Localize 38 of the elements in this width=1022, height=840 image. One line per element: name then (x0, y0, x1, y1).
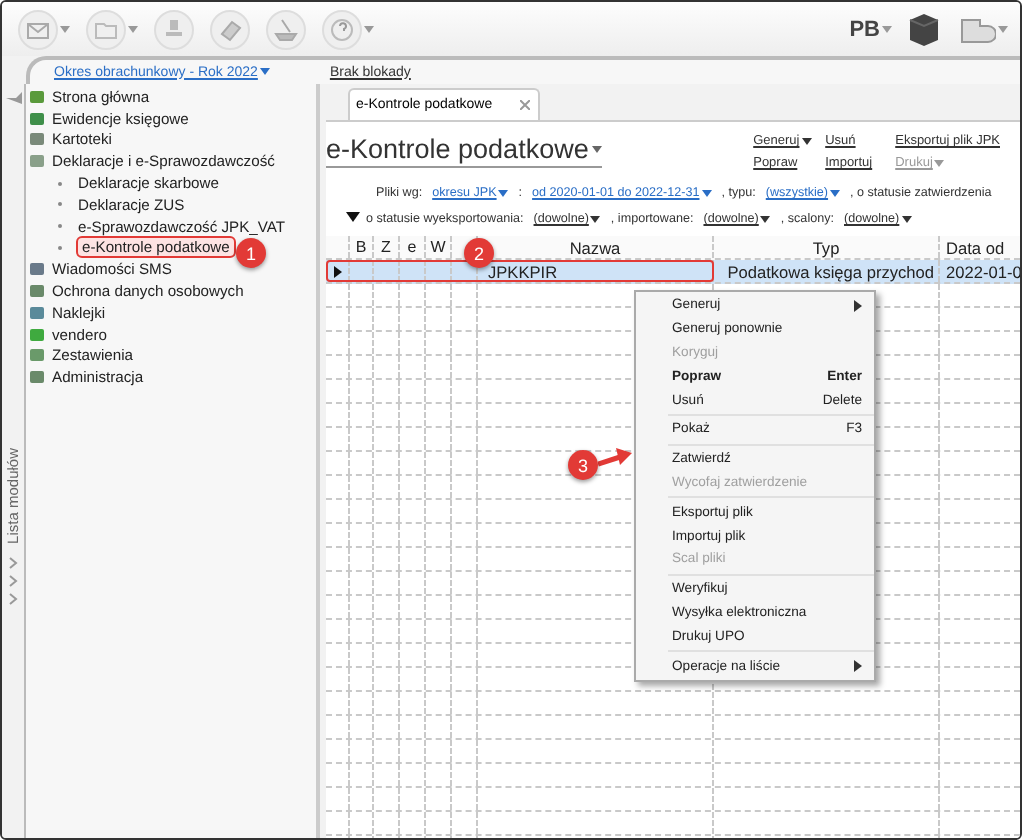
caret-icon (934, 159, 945, 167)
caret-icon (592, 145, 603, 153)
caret-icon (498, 189, 509, 197)
column-header[interactable]: Data od (940, 237, 1005, 257)
pin-icon[interactable] (5, 92, 21, 104)
caret-icon (901, 215, 912, 223)
caret-icon (701, 189, 712, 197)
stamp-icon[interactable] (154, 9, 194, 49)
user-initials[interactable]: PB (849, 17, 880, 41)
column-header[interactable]: W (430, 238, 446, 256)
caret-icon (801, 137, 812, 145)
column-header[interactable]: B (355, 238, 367, 256)
submenu-arrow-icon (854, 660, 862, 673)
caret-icon (998, 25, 1008, 33)
caret-icon (60, 25, 70, 33)
row-pointer-icon (333, 265, 341, 277)
pointer-arrow (598, 448, 632, 468)
caret-icon (830, 189, 841, 197)
envelope-icon[interactable] (18, 9, 58, 49)
close-icon[interactable] (520, 100, 531, 110)
cube-icon[interactable] (908, 11, 940, 47)
caret-icon (882, 25, 892, 33)
column-header[interactable]: Nazwa (569, 237, 621, 257)
column-header[interactable]: Z (381, 238, 391, 256)
table-cell-text: Podatkowa księga przychod (727, 261, 936, 281)
folder-icon[interactable] (86, 9, 126, 49)
eraser-icon[interactable] (210, 9, 250, 49)
collapse-icon[interactable] (346, 212, 360, 222)
caret-icon (259, 68, 270, 76)
column-header[interactable]: Typ (812, 237, 840, 257)
submenu-arrow-icon (854, 299, 862, 312)
help-icon[interactable] (322, 9, 362, 49)
column-header[interactable]: e (407, 238, 417, 256)
caret-icon (128, 25, 138, 33)
caret-icon (590, 215, 601, 223)
caret-icon (760, 215, 771, 223)
caret-icon (364, 25, 374, 33)
page-title[interactable]: e-Kontrole podatkowe (326, 134, 603, 168)
